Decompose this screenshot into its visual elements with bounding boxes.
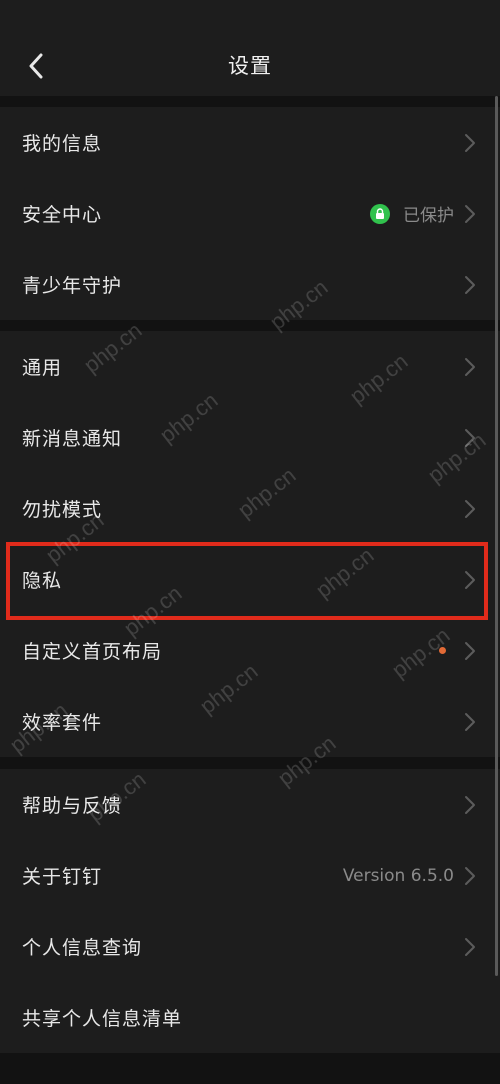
settings-item-efficiency-suite[interactable]: 效率套件 — [0, 686, 500, 757]
settings-item-label: 共享个人信息清单 — [22, 1008, 183, 1030]
settings-item-label: 关于钉钉 — [22, 866, 103, 888]
settings-item-privacy[interactable]: 隐私 — [0, 544, 500, 615]
settings-item-my-info[interactable]: 我的信息 — [0, 107, 500, 178]
chevron-right-icon — [465, 641, 475, 660]
settings-item-about[interactable]: 关于钉钉 Version 6.5.0 — [0, 840, 500, 911]
settings-item-label: 隐私 — [22, 570, 63, 592]
settings-item-do-not-disturb[interactable]: 勿扰模式 — [0, 473, 500, 544]
chevron-right-icon — [465, 866, 475, 885]
chevron-right-icon — [465, 712, 475, 731]
settings-item-label: 帮助与反馈 — [22, 795, 123, 817]
chevron-right-icon — [465, 570, 475, 589]
chevron-right-icon — [465, 499, 475, 518]
settings-item-general[interactable]: 通用 — [0, 331, 500, 402]
security-status-text: 已保护 — [403, 206, 454, 226]
chevron-right-icon — [465, 275, 475, 294]
settings-item-security-center[interactable]: 安全中心 已保护 — [0, 178, 500, 249]
settings-group-general: 通用 新消息通知 勿扰模式 隐私 自定义首页布局 效率套件 — [0, 331, 500, 757]
settings-group-account: 我的信息 安全中心 已保护 青少年守护 — [0, 107, 500, 320]
nav-header: 设置 — [0, 0, 500, 96]
new-badge-dot — [439, 647, 446, 654]
settings-item-label: 自定义首页布局 — [22, 641, 163, 663]
settings-item-label: 安全中心 — [22, 204, 103, 226]
settings-item-label: 新消息通知 — [22, 428, 123, 450]
page-title: 设置 — [228, 54, 272, 78]
chevron-right-icon — [465, 795, 475, 814]
chevron-right-icon — [465, 937, 475, 956]
version-text: Version 6.5.0 — [342, 865, 454, 886]
settings-item-shared-info-list[interactable]: 共享个人信息清单 — [0, 982, 500, 1053]
chevron-right-icon — [465, 204, 475, 223]
settings-item-notifications[interactable]: 新消息通知 — [0, 402, 500, 473]
chevron-right-icon — [465, 133, 475, 152]
scrollbar[interactable] — [495, 96, 498, 976]
settings-item-label: 通用 — [22, 357, 63, 379]
settings-item-label: 我的信息 — [22, 133, 103, 155]
settings-item-help-feedback[interactable]: 帮助与反馈 — [0, 769, 500, 840]
chevron-right-icon — [465, 428, 475, 447]
settings-item-personal-info-query[interactable]: 个人信息查询 — [0, 911, 500, 982]
settings-item-custom-home-layout[interactable]: 自定义首页布局 — [0, 615, 500, 686]
settings-item-label: 勿扰模式 — [22, 499, 103, 521]
settings-item-teen-protection[interactable]: 青少年守护 — [0, 249, 500, 320]
lock-icon — [370, 203, 390, 224]
settings-item-label: 效率套件 — [22, 712, 103, 734]
settings-item-label: 青少年守护 — [22, 275, 123, 297]
settings-group-about: 帮助与反馈 关于钉钉 Version 6.5.0 个人信息查询 共享个人信息清单 — [0, 769, 500, 1053]
chevron-right-icon — [465, 357, 475, 376]
settings-item-label: 个人信息查询 — [22, 937, 143, 959]
